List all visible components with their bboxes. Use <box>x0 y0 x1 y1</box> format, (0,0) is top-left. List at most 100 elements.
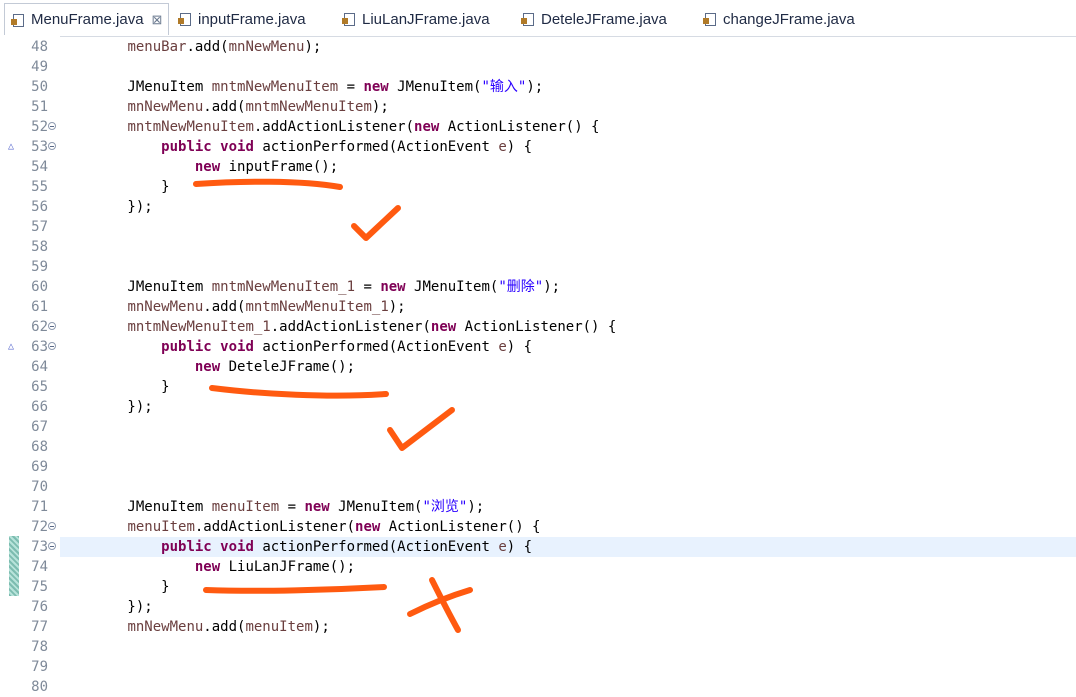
tab-liulanjframe[interactable]: LiuLanJFrame.java <box>342 6 490 32</box>
line-number: 72 <box>31 519 48 535</box>
code-line[interactable]: 72 menuItem.addActionListener(new Action… <box>0 517 1076 537</box>
close-icon[interactable]: ⊠ <box>152 12 163 28</box>
fold-toggle-icon[interactable] <box>48 542 56 550</box>
code-line[interactable]: 79 <box>0 657 1076 677</box>
code-text: public void actionPerformed(ActionEvent … <box>161 139 533 155</box>
line-number: 78 <box>31 639 48 655</box>
line-number: 77 <box>31 619 48 635</box>
code-line[interactable]: △ 53 public void actionPerformed(ActionEv… <box>0 137 1076 157</box>
code-text: new DeteleJFrame(); <box>194 359 356 375</box>
line-number: 51 <box>31 99 48 115</box>
java-file-icon <box>11 13 25 27</box>
code-text: public void actionPerformed(ActionEvent … <box>161 539 533 555</box>
line-number: 80 <box>31 679 48 695</box>
code-text: mnNewMenu.add(menuItem); <box>127 619 330 635</box>
code-line[interactable]: 66 }); <box>0 397 1076 417</box>
line-number: 53 <box>31 139 48 155</box>
code-line[interactable]: 54 new inputFrame(); <box>0 157 1076 177</box>
code-line[interactable]: 71 JMenuItem menuItem = new JMenuItem("浏… <box>0 497 1076 517</box>
line-number: 66 <box>31 399 48 415</box>
line-number: 73 <box>31 539 48 555</box>
tab-menuframe[interactable]: MenuFrame.java ⊠ <box>4 3 170 35</box>
code-line[interactable]: 78 <box>0 637 1076 657</box>
code-text: } <box>60 579 170 595</box>
code-text: menuItem.addActionListener(new ActionLis… <box>127 519 541 535</box>
code-line[interactable]: 77 mnNewMenu.add(menuItem); <box>0 617 1076 637</box>
code-text: JMenuItem mntmNewMenuItem_1 = new JMenuI… <box>60 279 561 295</box>
code-text: } <box>60 379 170 395</box>
tab-inputframe[interactable]: inputFrame.java <box>178 6 306 32</box>
code-line[interactable]: 50 JMenuItem mntmNewMenuItem = new JMenu… <box>0 77 1076 97</box>
tab-detelejframe[interactable]: DeteleJFrame.java <box>521 6 667 32</box>
code-line[interactable]: 60 JMenuItem mntmNewMenuItem_1 = new JMe… <box>0 277 1076 297</box>
code-line[interactable]: 80 <box>0 677 1076 697</box>
code-line[interactable]: 49 <box>0 57 1076 77</box>
code-line[interactable]: 51 mnNewMenu.add(mntmNewMenuItem); <box>0 97 1076 117</box>
line-number: 70 <box>31 479 48 495</box>
java-file-icon <box>342 12 356 26</box>
fold-toggle-icon[interactable] <box>48 342 56 350</box>
fold-toggle-icon[interactable] <box>48 522 56 530</box>
code-line[interactable]: 56 }); <box>0 197 1076 217</box>
code-text: mntmNewMenuItem.addActionListener(new Ac… <box>127 119 600 135</box>
code-line[interactable]: 64 new DeteleJFrame(); <box>0 357 1076 377</box>
fold-toggle-icon[interactable] <box>48 122 56 130</box>
line-number: 64 <box>31 359 48 375</box>
line-number: 63 <box>31 339 48 355</box>
line-number: 55 <box>31 179 48 195</box>
code-line[interactable]: 67 <box>0 417 1076 437</box>
java-file-icon <box>178 12 192 26</box>
line-number: 71 <box>31 499 48 515</box>
line-number: 52 <box>31 119 48 135</box>
code-line[interactable]: 70 <box>0 477 1076 497</box>
code-line[interactable]: 62 mntmNewMenuItem_1.addActionListener(n… <box>0 317 1076 337</box>
line-number: 76 <box>31 599 48 615</box>
line-number: 48 <box>31 39 48 55</box>
line-number: 79 <box>31 659 48 675</box>
java-file-icon <box>703 12 717 26</box>
code-line[interactable]: 69 <box>0 457 1076 477</box>
tab-label: inputFrame.java <box>198 10 306 28</box>
line-number: 54 <box>31 159 48 175</box>
code-line[interactable]: 48 menuBar.add(mnNewMenu); <box>0 37 1076 57</box>
line-number: 74 <box>31 559 48 575</box>
code-line[interactable]: 52 mntmNewMenuItem.addActionListener(new… <box>0 117 1076 137</box>
line-number: 58 <box>31 239 48 255</box>
line-number: 68 <box>31 439 48 455</box>
tab-changejframe[interactable]: changeJFrame.java <box>703 6 855 32</box>
code-line[interactable]: 55 } <box>0 177 1076 197</box>
code-text: mnNewMenu.add(mntmNewMenuItem_1); <box>127 299 406 315</box>
code-text: }); <box>60 599 153 615</box>
line-number: 62 <box>31 319 48 335</box>
code-line[interactable]: 68 <box>0 437 1076 457</box>
code-line[interactable]: 73 public void actionPerformed(ActionEve… <box>0 537 1076 557</box>
code-line[interactable]: △ 63 public void actionPerformed(ActionEv… <box>0 337 1076 357</box>
code-text: new LiuLanJFrame(); <box>194 559 356 575</box>
line-number: 57 <box>31 219 48 235</box>
code-line[interactable]: 61 mnNewMenu.add(mntmNewMenuItem_1); <box>0 297 1076 317</box>
tab-label: LiuLanJFrame.java <box>362 10 490 28</box>
java-file-icon <box>521 12 535 26</box>
editor-tab-bar: MenuFrame.java ⊠ inputFrame.java LiuLanJ… <box>0 0 1076 37</box>
tab-label: changeJFrame.java <box>723 10 855 28</box>
fold-toggle-icon[interactable] <box>48 142 56 150</box>
line-number: 60 <box>31 279 48 295</box>
code-line[interactable]: 65 } <box>0 377 1076 397</box>
line-number: 49 <box>31 59 48 75</box>
code-text: JMenuItem menuItem = new JMenuItem("浏览")… <box>60 499 485 515</box>
code-line[interactable]: 76 }); <box>0 597 1076 617</box>
code-line[interactable]: 57 <box>0 217 1076 237</box>
code-text: public void actionPerformed(ActionEvent … <box>161 339 533 355</box>
code-text: }); <box>60 199 153 215</box>
code-line[interactable]: 74 new LiuLanJFrame(); <box>0 557 1076 577</box>
line-number: 67 <box>31 419 48 435</box>
code-line[interactable]: 59 <box>0 257 1076 277</box>
code-text: } <box>60 179 170 195</box>
line-number: 65 <box>31 379 48 395</box>
fold-toggle-icon[interactable] <box>48 322 56 330</box>
tab-label: DeteleJFrame.java <box>541 10 667 28</box>
tab-label: MenuFrame.java <box>31 11 144 28</box>
code-line[interactable]: 75 } <box>0 577 1076 597</box>
code-line[interactable]: 58 <box>0 237 1076 257</box>
line-number: 56 <box>31 199 48 215</box>
